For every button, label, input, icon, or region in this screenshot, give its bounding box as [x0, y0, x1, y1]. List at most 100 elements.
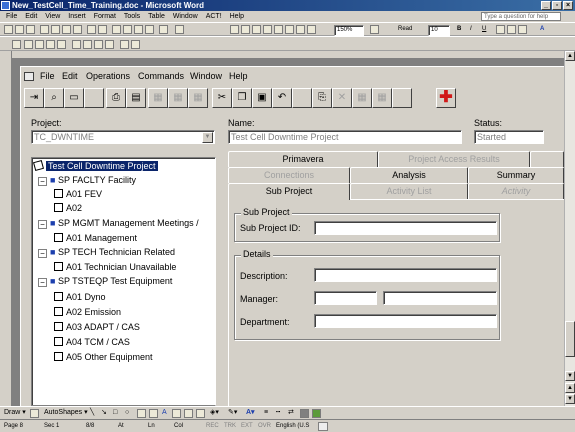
tab-connections[interactable]: Connections — [228, 167, 350, 183]
research-icon[interactable] — [98, 25, 107, 34]
columns-icon[interactable] — [274, 25, 283, 34]
check-box-field-icon[interactable] — [35, 40, 44, 49]
paste-icon[interactable] — [134, 25, 143, 34]
insert-frame-form-icon[interactable] — [94, 40, 103, 49]
doc-map-icon[interactable] — [296, 25, 305, 34]
line-color-icon[interactable]: ✎▾ — [228, 407, 237, 419]
tree-node[interactable]: A01 Technician Unavailable — [54, 261, 176, 273]
undo-icon[interactable] — [159, 25, 168, 34]
status-ext[interactable]: EXT — [241, 420, 253, 432]
tool-disabled-7-icon[interactable]: ▦ — [372, 88, 392, 108]
tab-project-access-results[interactable]: Project Access Results — [378, 151, 530, 167]
scroll-thumb[interactable] — [565, 321, 575, 357]
format-painter-icon[interactable] — [145, 25, 154, 34]
tab-blank[interactable] — [530, 151, 564, 167]
print-tool-icon[interactable]: ⎙ — [106, 88, 126, 108]
drawing-icon[interactable] — [285, 25, 294, 34]
field-options-icon[interactable] — [57, 40, 66, 49]
undo-tool-icon[interactable]: ↶ — [272, 88, 292, 108]
dash-style-icon[interactable]: ┅ — [276, 407, 280, 419]
word-menu-edit[interactable]: Edit — [25, 13, 37, 20]
line-tool-icon[interactable]: ╲ — [90, 407, 94, 419]
oval-tool-icon[interactable]: ○ — [125, 407, 129, 419]
tool-disabled-2-icon[interactable]: ▦ — [168, 88, 188, 108]
vertical-scrollbar[interactable]: ▲ ▼ ▲ ▼ — [564, 51, 575, 406]
tree-node[interactable]: ■ SP TSTEQP Test Equipment — [50, 275, 172, 287]
ask-question-input[interactable]: Type a question for help — [481, 12, 561, 21]
connect-icon[interactable]: ⇥ — [24, 88, 44, 108]
word-menu-file[interactable]: File — [6, 13, 17, 20]
tab-sub-project[interactable]: Sub Project — [228, 183, 350, 200]
copy-tool-icon[interactable]: ❐ — [232, 88, 252, 108]
wordart-icon[interactable]: A — [162, 407, 167, 419]
align-left-icon[interactable] — [496, 25, 505, 34]
tree-node[interactable]: A04 TCM / CAS — [54, 336, 130, 348]
tab-summary[interactable]: Summary — [468, 167, 564, 183]
clip-art-icon[interactable] — [184, 409, 193, 418]
app-system-icon[interactable] — [24, 72, 34, 81]
italic-button[interactable]: I — [470, 24, 472, 34]
read-button[interactable]: Read — [398, 24, 412, 34]
cut-icon[interactable] — [112, 25, 121, 34]
draw-table-icon[interactable] — [72, 40, 81, 49]
tool-disabled-8-icon[interactable] — [392, 88, 412, 108]
tab-activity-list[interactable]: Activity List — [350, 183, 468, 199]
help-icon[interactable] — [370, 25, 379, 34]
tree-node[interactable]: ■ SP TECH Technician Related — [50, 246, 175, 258]
tree-node[interactable]: A01 Dyno — [54, 291, 106, 303]
app-menu-help[interactable]: Help — [229, 70, 248, 83]
maximize-button[interactable]: ▫ — [552, 1, 562, 10]
collapse-icon[interactable]: − — [38, 278, 47, 287]
project-select[interactable]: TC_DWNTIME ▼ — [31, 130, 215, 144]
app-menu-file[interactable]: File — [40, 70, 55, 83]
paste-tool-icon[interactable]: ▣ — [252, 88, 272, 108]
tree-node[interactable]: ■ SP MGMT Management Meetings / — [50, 217, 199, 229]
autoshapes-menu-button[interactable]: AutoShapes ▾ — [44, 407, 88, 419]
tool-disabled-5-icon[interactable]: ✕ — [332, 88, 352, 108]
attach-tool-icon[interactable]: ⎘ — [312, 88, 332, 108]
3d-style-icon[interactable] — [312, 409, 321, 418]
next-page-button[interactable]: ▼ — [565, 394, 575, 404]
word-menu-act[interactable]: ACT! — [206, 13, 222, 20]
diagram-icon[interactable] — [172, 409, 181, 418]
print-preview-icon[interactable] — [73, 25, 82, 34]
save-icon[interactable] — [26, 25, 35, 34]
add-red-cross-icon[interactable]: ✚ — [436, 88, 456, 108]
app-menu-edit[interactable]: Edit — [62, 70, 78, 83]
rectangle-tool-icon[interactable]: □ — [113, 407, 117, 419]
tool-disabled-6-icon[interactable]: ▦ — [352, 88, 372, 108]
tool-disabled-1-icon[interactable]: ▦ — [148, 88, 168, 108]
arrow-tool-icon[interactable]: ↘ — [101, 407, 107, 419]
permission-icon[interactable] — [40, 25, 49, 34]
reset-form-fields-icon[interactable] — [120, 40, 129, 49]
collapse-icon[interactable]: − — [38, 249, 47, 258]
tree-root[interactable]: Test Cell Downtime Project — [32, 159, 158, 172]
zoom-select[interactable]: 150% — [334, 25, 364, 36]
font-color-draw-icon[interactable]: A▾ — [246, 407, 255, 419]
manager-id-field[interactable] — [314, 291, 377, 305]
copy-icon[interactable] — [123, 25, 132, 34]
tree-node[interactable]: A03 ADAPT / CAS — [54, 321, 140, 333]
tool-disabled-3-icon[interactable]: ▦ — [188, 88, 208, 108]
app-menu-window[interactable]: Window — [190, 70, 222, 83]
spelling-status-icon[interactable] — [318, 422, 328, 431]
app-menu-operations[interactable]: Operations — [86, 70, 130, 83]
collapse-icon[interactable]: − — [38, 220, 47, 229]
sub-project-id-field[interactable] — [314, 221, 497, 235]
tree-node[interactable]: A01 FEV — [54, 188, 102, 200]
vertical-text-box-icon[interactable] — [149, 409, 158, 418]
shadow-style-icon[interactable] — [300, 409, 309, 418]
word-menu-table[interactable]: Table — [148, 13, 165, 20]
scroll-down-button[interactable]: ▼ — [565, 371, 575, 381]
blank-tool-icon[interactable] — [84, 88, 104, 108]
word-menu-tools[interactable]: Tools — [124, 13, 140, 20]
hyperlink-icon[interactable] — [230, 25, 239, 34]
print-icon[interactable] — [62, 25, 71, 34]
tables-icon[interactable] — [241, 25, 250, 34]
word-menu-insert[interactable]: Insert — [68, 13, 86, 20]
open-folder-icon[interactable]: ▭ — [64, 88, 84, 108]
word-menu-view[interactable]: View — [45, 13, 60, 20]
close-button[interactable]: × — [563, 1, 573, 10]
manager-name-field[interactable] — [383, 291, 497, 305]
insert-picture-icon[interactable] — [196, 409, 205, 418]
